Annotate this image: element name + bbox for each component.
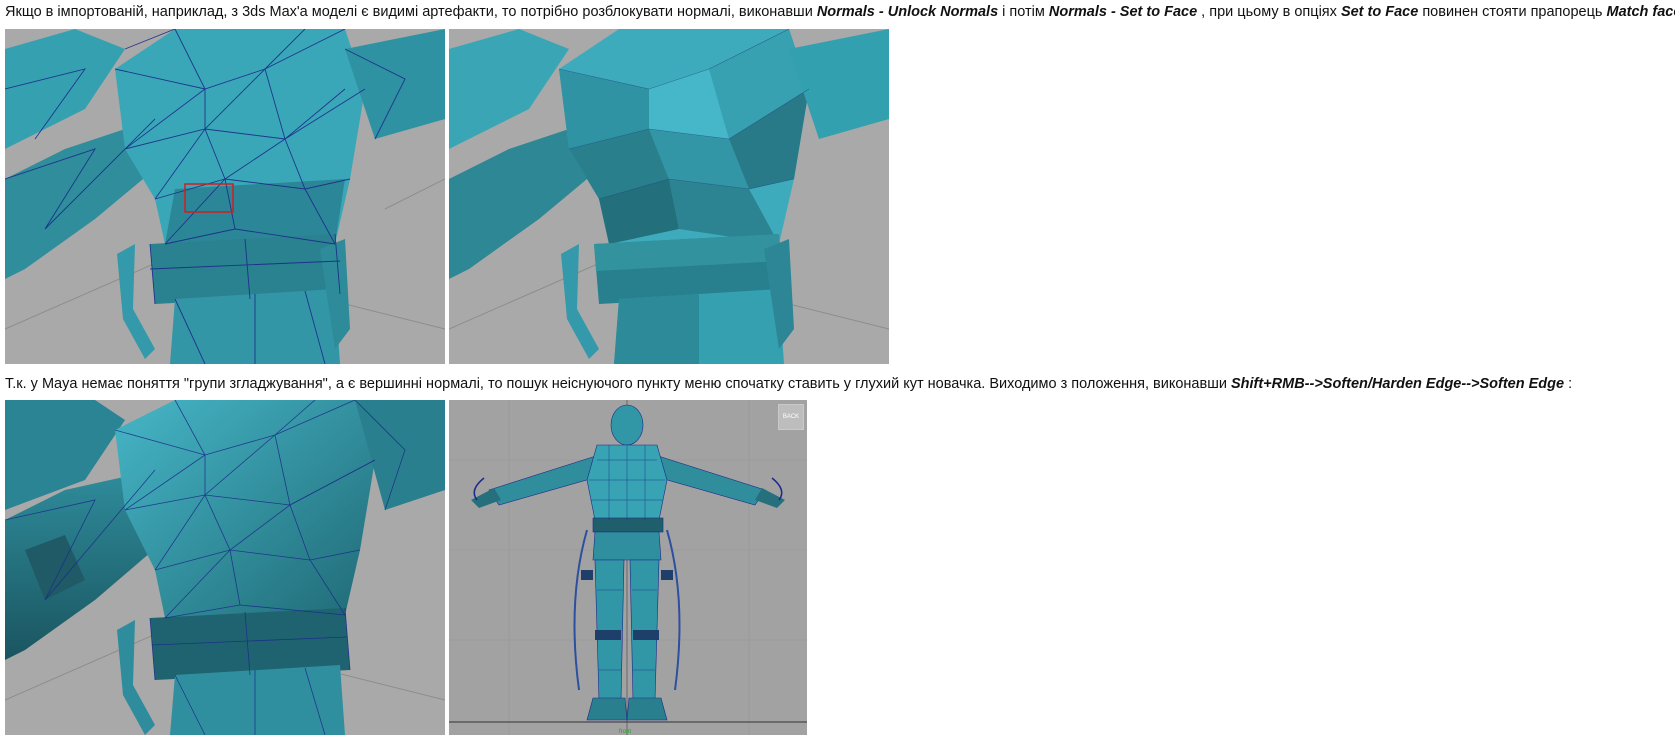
intro-text-2: і потім xyxy=(998,4,1049,20)
soften-edge-paragraph: Т.к. у Maya немає поняття "групи згладжу… xyxy=(5,374,1572,394)
screenshot-torso-soften-edge xyxy=(5,400,445,735)
screenshot-torso-artefact xyxy=(5,29,445,364)
screenshot-full-body-front-view: BACK front xyxy=(449,400,807,735)
intro-text-4: повинен стояти прапорець xyxy=(1418,4,1607,20)
view-cube-back-button[interactable]: BACK xyxy=(778,404,804,430)
intro-flag-match-face-normal: Match face normal xyxy=(1606,4,1675,20)
screenshot-torso-set-to-face xyxy=(449,29,889,364)
torso-smooth-render xyxy=(5,400,445,735)
full-body-render xyxy=(449,400,807,735)
intro-option-set-to-face: Set to Face xyxy=(1340,4,1419,20)
torso-faceted-render xyxy=(449,29,889,364)
intro-text-3: , при цьому в опціях xyxy=(1197,4,1341,20)
soften-command-shift-rmb: Shift+RMB-->Soften/Harden Edge-->Soften … xyxy=(1230,376,1565,392)
torso-artefact-render xyxy=(5,29,445,364)
viewport-view-label: front xyxy=(619,729,632,735)
intro-command-unlock-normals: Normals - Unlock Normals xyxy=(816,4,999,20)
intro-text-1: Якщо в імпортованій, наприклад, з 3ds Ma… xyxy=(5,4,817,20)
intro-command-set-to-face: Normals - Set to Face xyxy=(1048,4,1198,20)
soften-text-1: Т.к. у Maya немає поняття "групи згладжу… xyxy=(5,376,1231,392)
soften-text-2: : xyxy=(1564,376,1573,392)
intro-paragraph: Якщо в імпортованій, наприклад, з 3ds Ma… xyxy=(5,2,1675,22)
